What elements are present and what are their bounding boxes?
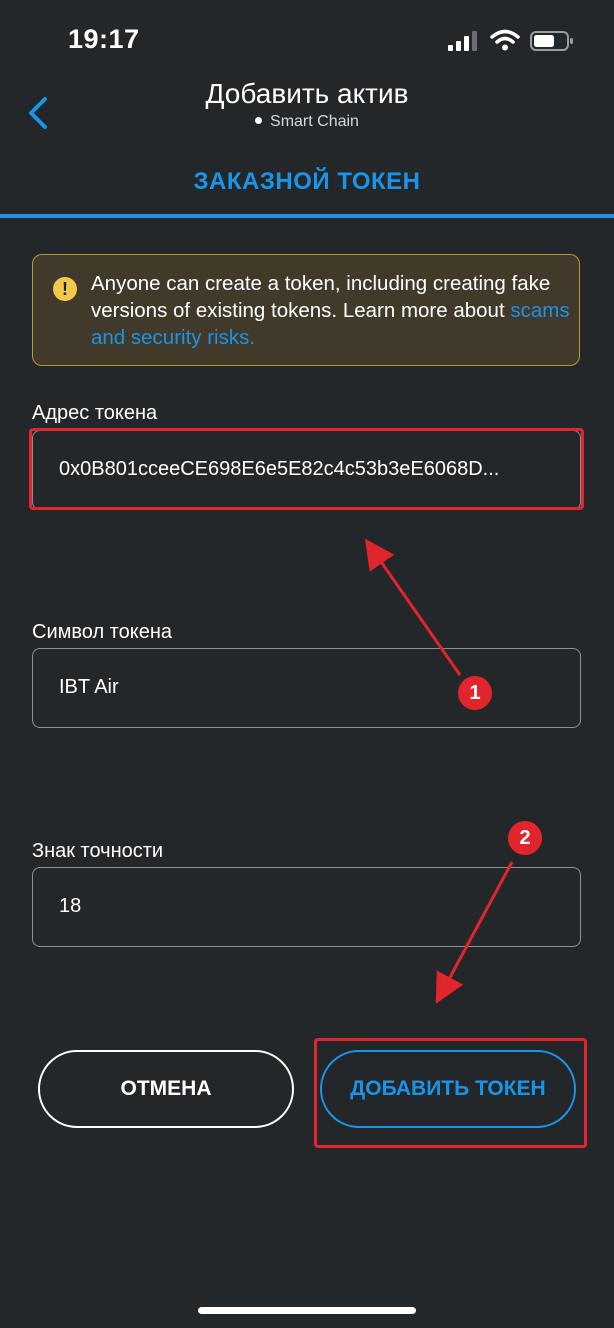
cancel-button[interactable]: ОТМЕНА: [38, 1050, 294, 1128]
annotation-badge-1: 1: [458, 676, 492, 710]
token-address-label: Адрес токена: [32, 402, 158, 424]
network-name: Smart Chain: [270, 113, 359, 130]
warning-icon: !: [53, 277, 77, 301]
wifi-icon: [490, 29, 520, 51]
warning-text: Anyone can create a token, including cre…: [91, 270, 571, 351]
page-title: Добавить актив: [205, 78, 409, 109]
tab-underline: [0, 214, 614, 218]
token-symbol-label: Символ токена: [32, 621, 172, 643]
warning-message: Anyone can create a token, including cre…: [91, 272, 551, 322]
tab-custom-token[interactable]: ЗАКАЗНОЙ ТОКЕН: [0, 168, 614, 196]
network-label: Smart Chain: [0, 113, 614, 131]
highlight-add-button-box: [314, 1038, 587, 1148]
highlight-address-box: [29, 428, 584, 510]
warning-banner: ! Anyone can create a token, including c…: [32, 254, 580, 366]
network-dot-icon: [255, 117, 263, 124]
battery-icon: [530, 31, 573, 51]
home-indicator[interactable]: [198, 1307, 416, 1314]
annotation-badge-2: 2: [508, 821, 542, 855]
token-symbol-input[interactable]: IBT Air: [32, 648, 581, 728]
token-decimals-label: Знак точности: [32, 840, 164, 862]
token-decimals-input[interactable]: 18: [32, 867, 581, 947]
signal-icon: [448, 31, 477, 51]
status-time: 19:17: [68, 24, 140, 54]
